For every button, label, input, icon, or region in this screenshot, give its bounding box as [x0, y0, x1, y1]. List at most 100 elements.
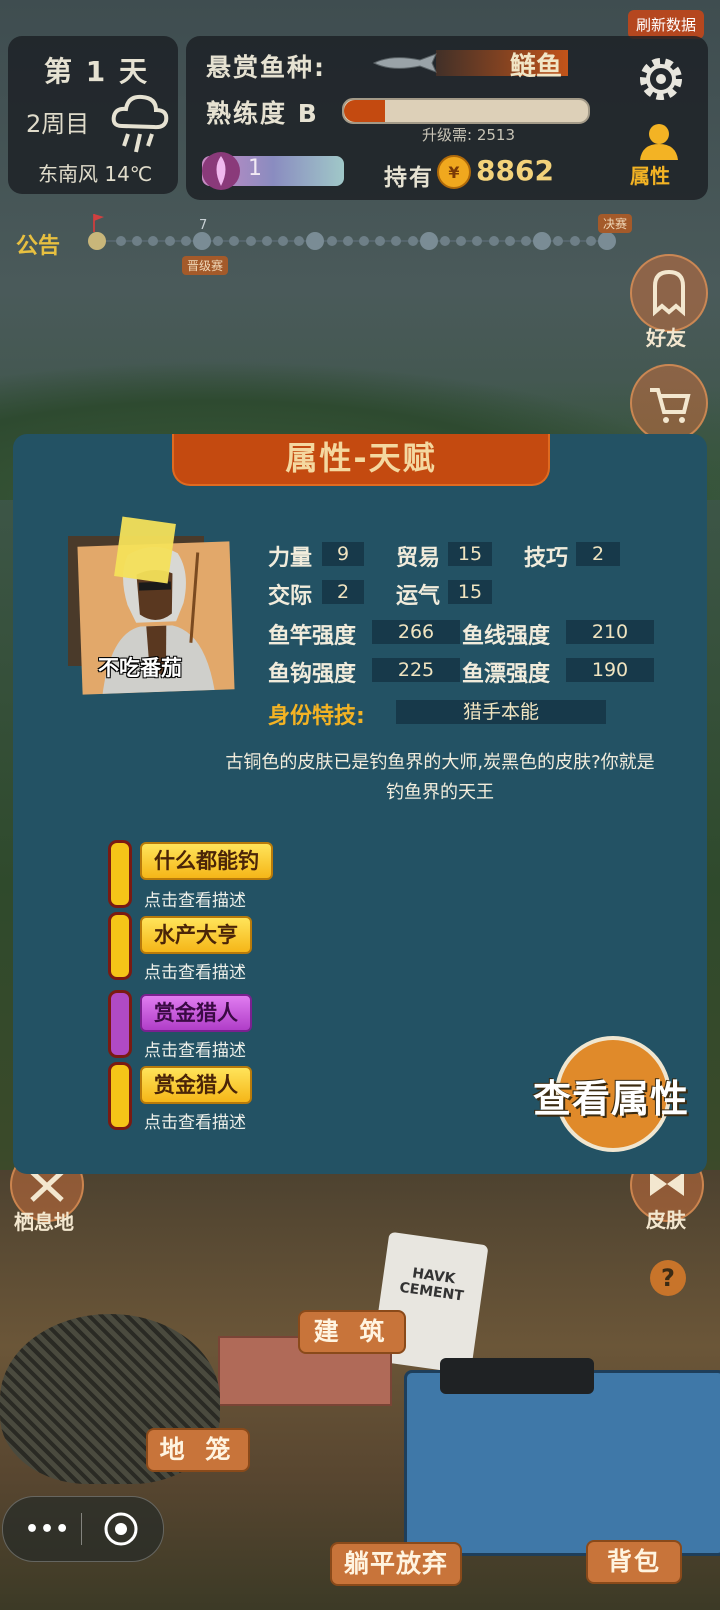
float-value: 190 — [566, 658, 654, 682]
hold-label: 持有 — [384, 165, 434, 191]
person-icon[interactable] — [636, 122, 682, 162]
view-attr-button[interactable]: 查看属性 — [526, 1068, 696, 1123]
talent-1-hint[interactable]: 点击查看描述 — [144, 886, 246, 911]
cooler-lid-item — [440, 1358, 594, 1394]
player-name: 不吃番茄 — [98, 656, 182, 680]
ghost-icon — [653, 269, 685, 317]
timeline-dot — [326, 236, 337, 246]
luck-label: 运气 — [396, 584, 441, 609]
cloud-rain-icon — [111, 94, 169, 153]
identity-description: 古铜色的皮肤已是钓鱼界的大师,炭黑色的皮肤?你就是钓鱼界的天王 — [225, 752, 655, 803]
cooler-box — [404, 1370, 720, 1556]
strength-label: 力量 — [268, 546, 313, 571]
timeline-dot — [164, 236, 175, 246]
proficiency-bar — [342, 98, 590, 124]
timeline-dot — [261, 236, 272, 246]
timeline-dot — [342, 236, 353, 246]
timeline-dot — [245, 236, 256, 246]
line-label: 鱼线强度 — [462, 624, 551, 649]
strength-value: 9 — [322, 542, 364, 566]
talent-1-button[interactable]: 什么都能钓 — [140, 842, 273, 880]
attr-label[interactable]: 属性 — [630, 160, 670, 189]
weather-label: 东南风 14℃ — [38, 162, 153, 186]
talent-bar — [108, 840, 132, 908]
shop-button[interactable] — [630, 364, 708, 442]
capsule-divider — [81, 1513, 82, 1545]
svg-text:¥: ¥ — [448, 163, 459, 182]
rod-label: 鱼竿强度 — [268, 624, 357, 649]
timeline-dot — [193, 232, 211, 250]
timeline-dot — [419, 232, 438, 250]
friends-label[interactable]: 好友 — [646, 322, 686, 351]
friends-button[interactable] — [630, 254, 708, 332]
hook-value: 225 — [372, 658, 460, 682]
upgrade-need: 升级需: 2513 — [422, 126, 515, 144]
flag-icon — [93, 214, 104, 232]
talent-2-hint[interactable]: 点击查看描述 — [144, 958, 246, 983]
talent-bar — [108, 1062, 132, 1130]
talent-3-hint[interactable]: 点击查看描述 — [144, 1036, 246, 1061]
timeline-mark-7: 7 — [199, 218, 208, 233]
promo-badge: 晋级赛 — [182, 256, 229, 275]
timeline-dot — [488, 236, 499, 246]
talent-3-button[interactable]: 赏金猎人 — [140, 994, 252, 1032]
skin-label[interactable]: 皮肤 — [646, 1204, 686, 1233]
fish-icon — [372, 53, 437, 73]
timeline-dot — [180, 236, 191, 246]
day-panel: 第 1 天 2周目 东南风 14℃ — [8, 36, 178, 194]
skill-label: 技巧 — [524, 546, 569, 571]
talent-4-button[interactable]: 赏金猎人 — [140, 1066, 252, 1104]
timeline-start-dot — [88, 232, 106, 250]
sticky-note — [114, 516, 176, 584]
timeline-dot — [116, 236, 126, 246]
timeline-dot — [569, 236, 580, 246]
cage-button[interactable]: 地 笼 — [146, 1428, 250, 1472]
timeline-dot — [278, 236, 288, 246]
float-label: 鱼漂强度 — [462, 662, 551, 687]
bag-button[interactable]: 背包 — [586, 1540, 682, 1584]
cart-icon — [650, 388, 691, 423]
target-icon[interactable] — [103, 1511, 139, 1547]
habitat-label[interactable]: 栖息地 — [14, 1206, 74, 1235]
lie-flat-button[interactable]: 躺平放弃 — [330, 1542, 462, 1586]
final-badge: 决赛 — [598, 214, 633, 233]
day-label: 第 1 天 — [44, 55, 149, 88]
identity-value: 猎手本能 — [396, 700, 606, 724]
social-value: 2 — [322, 580, 364, 604]
bounty-label: 悬赏鱼种: — [206, 53, 326, 82]
trade-label: 贸易 — [396, 546, 441, 571]
talent-bar — [108, 990, 132, 1058]
timeline-dot — [504, 236, 515, 246]
timeline-dot — [585, 236, 596, 246]
line-value: 210 — [566, 620, 654, 644]
timeline-dot — [598, 232, 616, 250]
gem-count: 1 — [248, 156, 262, 181]
build-button[interactable]: 建 筑 — [298, 1310, 406, 1354]
gear-icon[interactable] — [634, 52, 688, 106]
gem-icon — [202, 152, 240, 190]
hook-label: 鱼钩强度 — [268, 662, 357, 687]
timeline-dot — [359, 236, 369, 246]
luck-value: 15 — [448, 580, 492, 604]
refresh-button[interactable]: 刷新数据 — [628, 10, 705, 39]
talent-4-hint[interactable]: 点击查看描述 — [144, 1108, 246, 1133]
trade-value: 15 — [448, 542, 492, 566]
timeline-dot — [440, 236, 450, 246]
help-icon[interactable]: ? — [650, 1260, 686, 1296]
coin-icon: ¥ — [437, 155, 471, 189]
cement-text: HAVK CEMENT — [398, 1265, 465, 1305]
proficiency-label: 熟练度 B — [206, 99, 319, 128]
more-icon[interactable]: ••• — [25, 1517, 70, 1542]
announce-label[interactable]: 公告 — [16, 228, 60, 260]
timeline-dot — [521, 236, 531, 246]
talent-2-button[interactable]: 水产大亨 — [140, 916, 252, 954]
identity-label: 身份特技: — [268, 704, 365, 729]
modal-title: 属性-天赋 — [172, 434, 550, 486]
info-panel: 悬赏鱼种: 鲢鱼 熟练度 B 升级需: 2513 1 持有 ¥ 8862 属性 — [186, 36, 708, 200]
talent-bar — [108, 912, 132, 980]
skill-value: 2 — [576, 542, 620, 566]
bounty-fish-name: 鲢鱼 — [510, 52, 563, 82]
timeline-dot — [407, 236, 418, 246]
cycle-label: 2周目 — [26, 110, 90, 138]
capsule-menu: ••• — [2, 1496, 164, 1562]
